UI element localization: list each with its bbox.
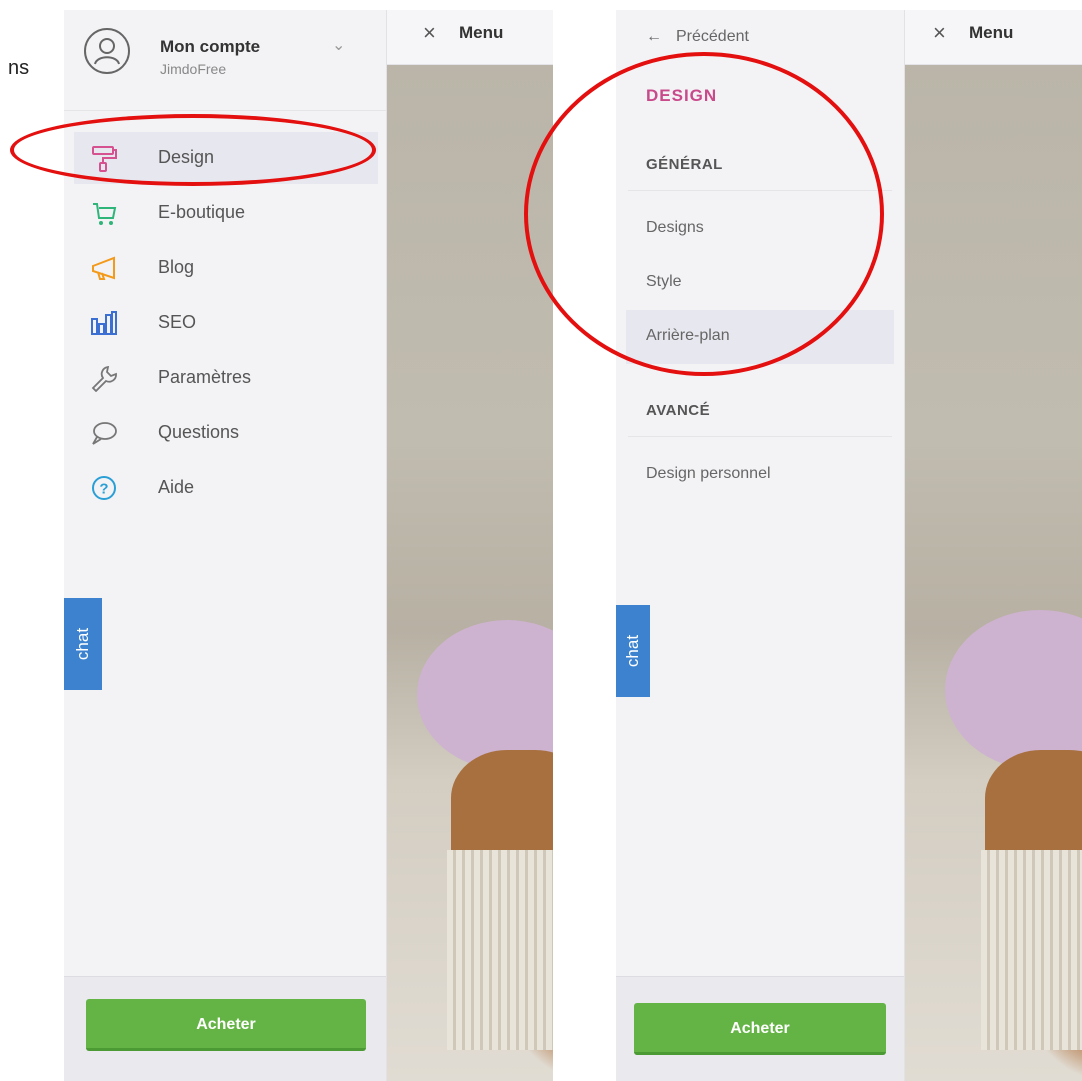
section-advanced: AVANCÉ [628,388,892,437]
account-header[interactable]: Mon compte JimdoFree ⌄ [64,10,386,111]
cupcake-photo [905,10,1082,1081]
nav-item-e-boutique[interactable]: E-boutique [74,187,378,239]
bar-chart-icon [91,311,117,335]
wrench-icon [91,365,117,392]
buy-button[interactable]: Acheter [634,1003,886,1055]
document-text-fragment: ns [8,57,30,79]
nav-label: Paramètres [158,367,252,387]
menu-label[interactable]: Menu [459,23,503,43]
arrow-left-icon: ← [646,28,662,45]
chevron-down-icon[interactable]: ⌄ [332,35,345,55]
close-icon[interactable]: × [423,20,436,46]
chat-tab[interactable]: chat [616,605,650,697]
nav-label: Blog [158,257,195,277]
chat-label: chat [73,627,92,661]
nav-label: E-boutique [158,202,246,222]
nav-label: Questions [158,422,240,442]
sub-item-design-personnel[interactable]: Design personnel [626,448,894,502]
back-label: Précédent [676,28,749,45]
footer: Acheter [64,976,386,1081]
nav-item-aide[interactable]: ? Aide [74,462,378,514]
megaphone-icon [92,256,115,280]
nav-label: Aide [158,477,195,497]
cart-icon [93,203,117,225]
footer: Acheter [616,976,904,1081]
user-avatar-icon [84,28,130,74]
annotation-ellipse [10,114,376,186]
sub-item-label: Design personnel [646,465,771,482]
help-circle-icon: ? [92,476,116,500]
nav-item-blog[interactable]: Blog [74,242,378,294]
speech-bubble-icon [92,422,117,445]
svg-text:?: ? [99,481,108,498]
section-label: AVANCÉ [646,402,711,419]
cupcake-photo [387,10,553,1081]
menu-bar: × Menu [387,10,553,65]
nav-item-questions[interactable]: Questions [74,407,378,459]
buy-button[interactable]: Acheter [86,999,366,1051]
chat-label: chat [623,634,642,668]
annotation-ellipse [524,52,884,376]
nav-item-seo[interactable]: SEO [74,297,378,349]
account-plan: JimdoFree [160,61,227,77]
account-name: Mon compte [160,37,261,56]
chat-tab[interactable]: chat [64,598,102,690]
nav-item-parametres[interactable]: Paramètres [74,352,378,404]
back-link[interactable]: ← Précédent [646,28,749,46]
nav-label: SEO [158,312,197,332]
close-icon[interactable]: × [933,20,946,46]
menu-bar: × Menu [905,10,1082,65]
menu-label[interactable]: Menu [969,23,1013,43]
